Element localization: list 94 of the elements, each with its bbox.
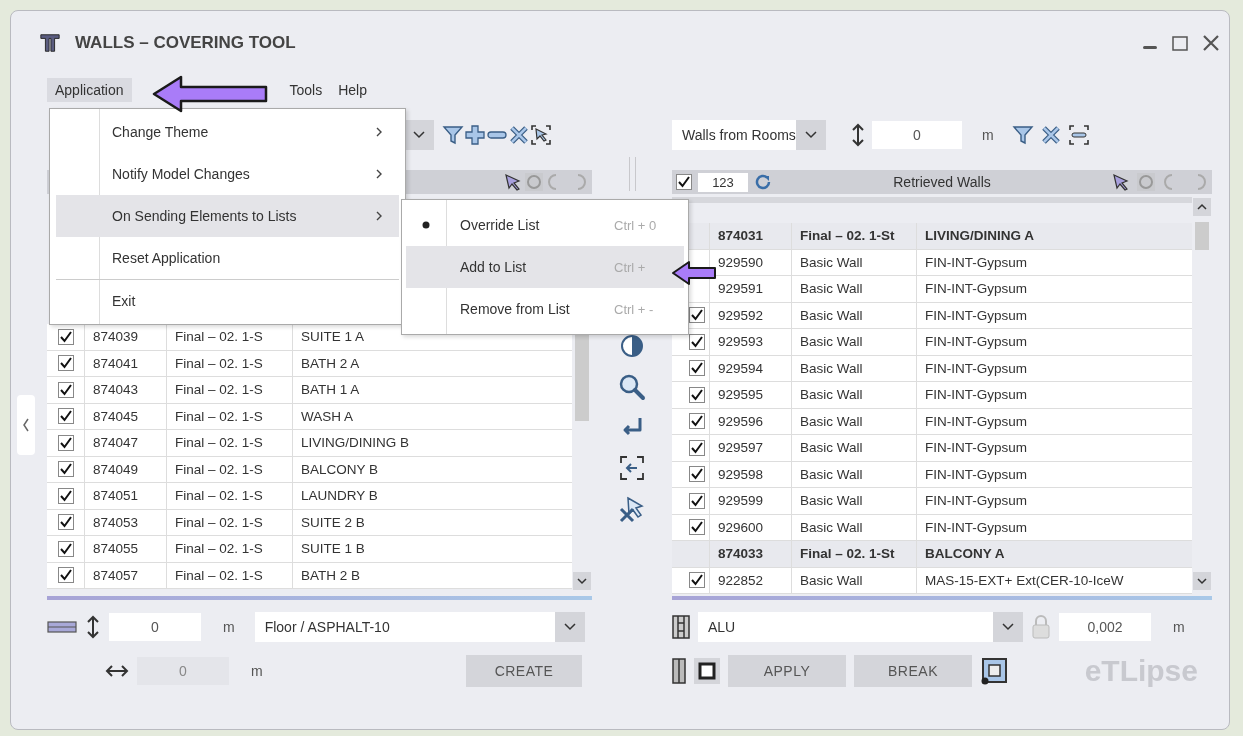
table-cell: 929596 (710, 408, 792, 434)
table-cell-text: FIN-INT-Gypsum (924, 518, 1028, 537)
group-cell: 874031 (710, 223, 792, 249)
menu-item[interactable]: Notify Model Changes (56, 153, 399, 195)
group-cell-text: BALCONY A (924, 545, 1006, 564)
table-cell: 929599 (710, 488, 792, 514)
table-cell: Final – 02. 1-S (167, 483, 293, 509)
unit-label: m (223, 619, 235, 635)
table-cell: Basic Wall (792, 355, 917, 381)
table-cell: Basic Wall (792, 302, 917, 328)
group-cell: Final – 02. 1-St (792, 541, 917, 567)
table-cell: Basic Wall (792, 567, 917, 593)
table-cell: 929597 (710, 435, 792, 461)
menu-item[interactable]: Add to List Ctrl + (406, 246, 684, 288)
table-cell-text: SUITE 1 B (300, 540, 366, 559)
table-cell-text: BATH 1 A (300, 381, 361, 400)
count-field: 123 (698, 172, 748, 192)
table-cell-text: FIN-INT-Gypsum (924, 253, 1028, 272)
table-cell: 929598 (710, 461, 792, 487)
table-cell-text: FIN-INT-Gypsum (924, 386, 1028, 405)
table-cell: 929594 (710, 355, 792, 381)
table-cell: 874045 (85, 403, 167, 429)
break-button[interactable]: BREAK (854, 655, 972, 687)
table-cell: 929592 (710, 302, 792, 328)
table-cell: Basic Wall (792, 435, 917, 461)
table-cell-text: FIN-INT-Gypsum (924, 465, 1028, 484)
vertical-offset-field[interactable]: 0 (109, 613, 201, 641)
table-cell: 929600 (710, 514, 792, 540)
table-cell-text: FIN-INT-Gypsum (924, 280, 1028, 299)
material-dropdown[interactable]: Floor / ASPHALT-10 (254, 612, 585, 642)
create-button[interactable]: CREATE (466, 655, 582, 687)
table-cell: Basic Wall (792, 249, 917, 275)
menu-item[interactable]: Remove from List Ctrl + - (406, 288, 684, 330)
table-cell: Final – 02. 1-S (167, 350, 293, 376)
table-cell: 874049 (85, 456, 167, 482)
group-cell: 874033 (710, 541, 792, 567)
table-cell: Basic Wall (792, 276, 917, 302)
table-cell-text: BATH 2 A (300, 354, 361, 373)
menu-item[interactable]: On Sending Elements to Lists (56, 195, 399, 237)
table-cell-text: LIVING/DINING B (300, 434, 411, 453)
apply-button[interactable]: APPLY (728, 655, 846, 687)
group-cell-text: LIVING/DINING A (924, 227, 1035, 246)
table-cell: 874057 (85, 562, 167, 588)
table-cell: 874043 (85, 377, 167, 403)
table-cell: Basic Wall (792, 329, 917, 355)
table-cell-text: FIN-INT-Gypsum (924, 439, 1028, 458)
table-cell: 874055 (85, 536, 167, 562)
table-cell-text: BALCONY B (300, 460, 380, 479)
menu-bar-item[interactable]: Help (330, 78, 375, 102)
table-cell: Final – 02. 1-S (167, 377, 293, 403)
menu-item[interactable]: Override List Ctrl + 0 (406, 204, 684, 246)
table-cell: 874047 (85, 430, 167, 456)
group-cell: Final – 02. 1-St (792, 223, 917, 249)
list-title: Retrieved Walls (892, 174, 992, 190)
table-cell: Basic Wall (792, 382, 917, 408)
table-cell-text: WASH A (300, 407, 354, 426)
menu-item[interactable]: Reset Application (56, 237, 399, 279)
material-dropdown[interactable]: ALU (698, 612, 1023, 642)
table-cell-text: FIN-INT-Gypsum (924, 333, 1028, 352)
table-cell-text: LAUNDRY B (300, 487, 379, 506)
table-cell: Final – 02. 1-S (167, 430, 293, 456)
table-cell-text: FIN-INT-Gypsum (924, 412, 1028, 431)
table-cell: Basic Wall (792, 461, 917, 487)
table-cell-text: FIN-INT-Gypsum (924, 492, 1028, 511)
window-title: WALLS – COVERING TOOL (75, 33, 296, 53)
table-cell: Basic Wall (792, 408, 917, 434)
table-cell: Final – 02. 1-S (167, 509, 293, 535)
menu-bar-item[interactable]: Application (47, 78, 132, 102)
table-cell: Basic Wall (792, 514, 917, 540)
table-cell: Final – 02. 1-S (167, 456, 293, 482)
menu-bar-item[interactable]: Tools (281, 78, 331, 102)
table-cell: Basic Wall (792, 488, 917, 514)
unit-label: m (251, 663, 263, 679)
thickness-field[interactable]: 0,002 (1059, 613, 1151, 641)
table-cell-text: FIN-INT-Gypsum (924, 306, 1028, 325)
unit-label: m (1173, 619, 1185, 635)
table-cell-text: SUITE 2 B (300, 513, 366, 532)
table-cell-text: MAS-15-EXT+ Ext(CER-10-IceW (924, 571, 1125, 590)
table-cell: 929595 (710, 382, 792, 408)
table-cell: 874053 (85, 509, 167, 535)
table-cell: Final – 02. 1-S (167, 536, 293, 562)
table-cell-text: SUITE 1 A (300, 328, 366, 347)
unit-label: m (982, 127, 994, 143)
table-cell: Final – 02. 1-S (167, 562, 293, 588)
menu-item[interactable]: Exit (56, 279, 399, 322)
table-cell: Final – 02. 1-S (167, 403, 293, 429)
table-cell-text: FIN-INT-Gypsum (924, 359, 1028, 378)
table-cell: 874051 (85, 483, 167, 509)
offset-field[interactable]: 0 (872, 121, 962, 149)
menu-item[interactable]: Change Theme (56, 111, 399, 153)
table-cell-text: BATH 2 B (300, 566, 362, 585)
table-cell: 929593 (710, 329, 792, 355)
table-cell: 922852 (710, 567, 792, 593)
table-cell: 874041 (85, 350, 167, 376)
